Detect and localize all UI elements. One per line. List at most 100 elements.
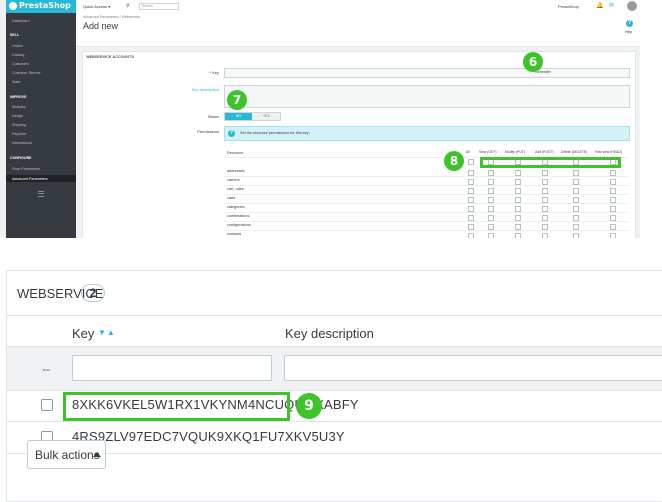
highlight-frame-9	[63, 392, 290, 421]
permission-checkbox[interactable]	[542, 233, 548, 238]
row-divider	[224, 203, 628, 204]
webservice-form-panel: WEBSERVICE ACCOUNTS * Key Generate! Key …	[82, 51, 636, 238]
status-no-option[interactable]: NO	[225, 113, 252, 120]
resource-label: configurations	[227, 223, 251, 227]
permissions-info-alert: ? Set the resource permissions for this …	[224, 126, 630, 141]
search-icon[interactable]: ⚲	[126, 3, 130, 9]
permission-checkbox[interactable]	[515, 233, 521, 238]
sidebar-item-shop-parameters[interactable]: Shop Parameters	[12, 167, 40, 171]
highlight-frame-8	[480, 157, 621, 168]
sidebar-heading-sell: SELL	[10, 33, 20, 37]
permission-checkbox[interactable]	[610, 233, 616, 238]
row-divider	[224, 230, 628, 231]
search-placeholder: Search	[142, 4, 153, 8]
admin-screenshot: Dashboard SELL Orders Catalog Customers …	[0, 0, 640, 238]
key-description-label: Key description	[191, 87, 219, 92]
logo-mark-icon	[9, 2, 17, 10]
resource-label: addresses	[227, 169, 245, 173]
breadcrumb[interactable]: Advanced Parameters / Webservice	[83, 15, 140, 19]
prestashop-logo[interactable]: PrestaShop	[6, 0, 76, 13]
sidebar-item-dashboard[interactable]: Dashboard	[12, 19, 30, 23]
webservice-list-panel: WEBSERVICE 2 Key ▼▲ Key description -- 8…	[6, 270, 662, 502]
row-divider	[224, 221, 628, 222]
column-header-key-description[interactable]: Key description	[285, 326, 374, 341]
filter-key-description-input[interactable]	[284, 355, 662, 381]
permissions-label: Permissions	[197, 129, 219, 134]
sidebar-item-shipping[interactable]: Shipping	[12, 123, 26, 127]
resource-label: contacts	[227, 232, 242, 236]
key-label: * Key	[209, 70, 219, 75]
sidebar-heading-improve: IMPROVE	[10, 95, 27, 99]
page-toolbar: Advanced Parameters / Webservice Add new…	[76, 13, 640, 47]
column-header-key[interactable]: Key	[72, 326, 94, 341]
status-yes-option[interactable]: YES	[253, 113, 280, 120]
row-divider	[224, 176, 628, 177]
sidebar-item-international[interactable]: International	[12, 141, 32, 145]
permission-checkbox[interactable]	[488, 233, 494, 238]
sidebar-item-customers[interactable]: Customers	[12, 62, 29, 66]
admin-header: Quick Access ▾ ⚲ Search PrestaShop 🔔 ✉	[76, 0, 640, 14]
list-count-badge: 2	[81, 284, 105, 302]
page-title: Add new	[83, 21, 119, 31]
column-view-get: View (GET)	[479, 150, 497, 154]
sidebar-item-modules[interactable]: Modules	[12, 105, 26, 109]
row-checkbox[interactable]	[41, 399, 53, 411]
admin-sidebar: Dashboard SELL Orders Catalog Customers …	[6, 0, 76, 238]
column-resource: Resource	[227, 151, 244, 155]
column-add-post: Add (POST)	[535, 150, 554, 154]
sort-arrows-icon[interactable]: ▼▲	[98, 328, 116, 337]
column-modify-put: Modify (PUT)	[505, 150, 525, 154]
row-key-value[interactable]: 4RS9ZLV97EDC7VQUK9XKQ1FU7XKV5U3Y	[72, 429, 345, 444]
permission-checkbox[interactable]	[573, 233, 579, 238]
resource-label: categories	[227, 205, 245, 209]
step-badge-6: 6	[523, 52, 543, 72]
sidebar-item-customer-service[interactable]: Customer Service	[12, 71, 41, 75]
row-divider	[224, 212, 628, 213]
resource-label: cart_rules	[227, 187, 244, 191]
column-all: All	[466, 150, 470, 154]
filter-row: --	[7, 346, 662, 391]
filter-key-input[interactable]	[72, 355, 272, 381]
notifications-bell-icon[interactable]: 🔔	[596, 2, 603, 9]
list-header: WEBSERVICE 2	[7, 271, 662, 316]
permission-checkbox[interactable]	[468, 233, 474, 238]
sidebar-item-orders[interactable]: Orders	[12, 44, 23, 48]
step-badge-9: 9	[296, 393, 322, 419]
resource-label: combinations	[227, 214, 250, 218]
sidebar-item-design[interactable]: Design	[12, 114, 23, 118]
sidebar-collapse-icon[interactable]	[38, 191, 44, 197]
key-input[interactable]	[224, 68, 630, 78]
logo-text: PrestaShop	[19, 1, 71, 10]
sidebar-item-payment[interactable]: Payment	[12, 132, 26, 136]
resource-label: carriers	[227, 178, 240, 182]
help-label[interactable]: Help	[625, 30, 632, 34]
caret-up-icon	[93, 452, 101, 457]
resource-label: carts	[227, 196, 236, 200]
bulk-actions-button[interactable]: Bulk actions	[27, 440, 106, 469]
shop-name-link[interactable]: PrestaShop	[558, 4, 579, 9]
column-fast-view-head: Fast view (HEAD)	[595, 150, 622, 154]
row-divider	[224, 194, 628, 195]
step-badge-8: 8	[444, 151, 464, 171]
header-search-input[interactable]: Search	[139, 3, 179, 10]
sidebar-item-catalog[interactable]: Catalog	[12, 53, 24, 57]
status-toggle[interactable]: NO YES	[224, 112, 281, 121]
info-icon: ?	[228, 130, 235, 137]
column-delete: Delete (DELETE)	[561, 150, 588, 154]
row-divider	[224, 185, 628, 186]
select-all-column-checkbox[interactable]	[468, 159, 474, 165]
permissions-info-text: Set the resource permissions for this ke…	[240, 131, 310, 135]
help-icon[interactable]: ?	[626, 20, 633, 27]
step-badge-7: 7	[227, 90, 247, 110]
quick-access-menu[interactable]: Quick Access ▾	[83, 4, 110, 9]
sidebar-item-stats[interactable]: Stats	[12, 80, 20, 84]
sidebar-heading-configure: CONFIGURE	[10, 156, 32, 160]
key-description-textarea[interactable]	[224, 85, 630, 108]
bulk-actions-label: Bulk actions	[35, 448, 100, 462]
panel-title: WEBSERVICE ACCOUNTS	[86, 55, 134, 59]
sidebar-item-advanced-parameters[interactable]: Advanced Parameters	[12, 177, 48, 181]
user-avatar[interactable]	[627, 1, 637, 11]
filter-placeholder-dash: --	[42, 362, 50, 376]
messages-icon[interactable]: ✉	[609, 2, 614, 9]
status-label: Status	[207, 114, 219, 119]
